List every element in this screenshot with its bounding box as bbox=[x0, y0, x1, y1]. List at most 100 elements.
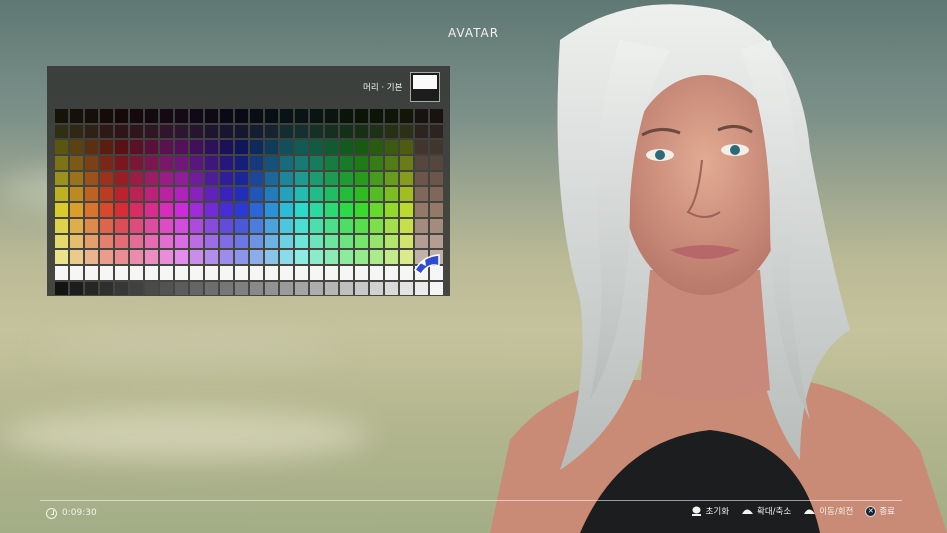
color-swatch[interactable] bbox=[160, 140, 173, 155]
color-swatch[interactable] bbox=[85, 265, 98, 280]
color-swatch[interactable] bbox=[325, 140, 338, 155]
color-swatch[interactable] bbox=[130, 203, 143, 217]
color-swatch[interactable] bbox=[160, 281, 173, 296]
color-swatch[interactable] bbox=[85, 109, 98, 123]
color-swatch[interactable] bbox=[385, 234, 398, 249]
color-swatch[interactable] bbox=[220, 109, 233, 123]
color-swatch[interactable] bbox=[400, 281, 413, 296]
color-swatch[interactable] bbox=[415, 124, 428, 139]
color-swatch[interactable] bbox=[325, 156, 338, 170]
color-swatch[interactable] bbox=[175, 156, 188, 170]
color-swatch[interactable] bbox=[415, 203, 428, 217]
color-swatch[interactable] bbox=[220, 124, 233, 139]
color-swatch[interactable] bbox=[190, 281, 203, 296]
color-swatch[interactable] bbox=[205, 171, 218, 186]
color-swatch[interactable] bbox=[400, 140, 413, 155]
color-swatch[interactable] bbox=[430, 281, 443, 296]
color-swatch[interactable] bbox=[280, 203, 293, 217]
color-swatch[interactable] bbox=[355, 124, 368, 139]
color-swatch[interactable] bbox=[310, 124, 323, 139]
color-swatch[interactable] bbox=[235, 218, 248, 233]
color-swatch[interactable] bbox=[175, 140, 188, 155]
color-swatch[interactable] bbox=[205, 203, 218, 217]
color-swatch[interactable] bbox=[190, 218, 203, 233]
color-swatch[interactable] bbox=[355, 109, 368, 123]
color-swatch[interactable] bbox=[430, 156, 443, 170]
color-swatch[interactable] bbox=[265, 156, 278, 170]
color-swatch[interactable] bbox=[100, 265, 113, 280]
color-swatch[interactable] bbox=[205, 187, 218, 202]
color-swatch[interactable] bbox=[310, 218, 323, 233]
color-swatch[interactable] bbox=[145, 124, 158, 139]
color-swatch[interactable] bbox=[100, 140, 113, 155]
color-swatch[interactable] bbox=[145, 171, 158, 186]
color-swatch[interactable] bbox=[250, 265, 263, 280]
color-swatch[interactable] bbox=[280, 187, 293, 202]
color-swatch[interactable] bbox=[430, 109, 443, 123]
color-swatch[interactable] bbox=[235, 156, 248, 170]
color-swatch[interactable] bbox=[220, 203, 233, 217]
color-swatch[interactable] bbox=[70, 234, 83, 249]
color-swatch[interactable] bbox=[310, 109, 323, 123]
color-swatch[interactable] bbox=[160, 234, 173, 249]
color-swatch[interactable] bbox=[130, 265, 143, 280]
color-swatch[interactable] bbox=[175, 218, 188, 233]
color-swatch[interactable] bbox=[355, 265, 368, 280]
color-swatch[interactable] bbox=[55, 124, 68, 139]
color-swatch[interactable] bbox=[100, 203, 113, 217]
color-swatch[interactable] bbox=[370, 140, 383, 155]
color-swatch[interactable] bbox=[310, 265, 323, 280]
color-swatch[interactable] bbox=[250, 281, 263, 296]
color-swatch[interactable] bbox=[55, 281, 68, 296]
color-swatch[interactable] bbox=[325, 281, 338, 296]
color-swatch[interactable] bbox=[250, 124, 263, 139]
color-swatch[interactable] bbox=[280, 281, 293, 296]
color-swatch[interactable] bbox=[85, 156, 98, 170]
color-swatch[interactable] bbox=[55, 109, 68, 123]
color-swatch[interactable] bbox=[130, 124, 143, 139]
color-swatch[interactable] bbox=[400, 234, 413, 249]
color-swatch[interactable] bbox=[295, 109, 308, 123]
color-swatch[interactable] bbox=[340, 171, 353, 186]
color-swatch[interactable] bbox=[340, 265, 353, 280]
color-swatch[interactable] bbox=[385, 218, 398, 233]
color-swatch[interactable] bbox=[190, 124, 203, 139]
color-swatch[interactable] bbox=[115, 156, 128, 170]
color-swatch[interactable] bbox=[340, 203, 353, 217]
color-swatch[interactable] bbox=[100, 187, 113, 202]
color-swatch[interactable] bbox=[430, 203, 443, 217]
color-swatch[interactable] bbox=[265, 281, 278, 296]
color-swatch[interactable] bbox=[70, 281, 83, 296]
color-swatch[interactable] bbox=[190, 109, 203, 123]
color-swatch[interactable] bbox=[205, 281, 218, 296]
color-swatch[interactable] bbox=[220, 156, 233, 170]
color-swatch[interactable] bbox=[160, 187, 173, 202]
color-swatch[interactable] bbox=[340, 124, 353, 139]
color-swatch[interactable] bbox=[235, 140, 248, 155]
color-swatch[interactable] bbox=[205, 156, 218, 170]
color-swatch[interactable] bbox=[235, 265, 248, 280]
color-swatch[interactable] bbox=[115, 187, 128, 202]
color-swatch[interactable] bbox=[355, 171, 368, 186]
color-swatch[interactable] bbox=[115, 281, 128, 296]
color-swatch[interactable] bbox=[235, 234, 248, 249]
color-swatch[interactable] bbox=[340, 140, 353, 155]
color-swatch[interactable] bbox=[70, 171, 83, 186]
color-swatch[interactable] bbox=[265, 265, 278, 280]
color-swatch[interactable] bbox=[55, 171, 68, 186]
color-swatch[interactable] bbox=[70, 109, 83, 123]
color-swatch[interactable] bbox=[340, 218, 353, 233]
color-swatch[interactable] bbox=[220, 250, 233, 264]
color-swatch[interactable] bbox=[370, 265, 383, 280]
color-swatch[interactable] bbox=[130, 156, 143, 170]
color-swatch[interactable] bbox=[175, 203, 188, 217]
color-swatch[interactable] bbox=[115, 171, 128, 186]
color-swatch[interactable] bbox=[295, 187, 308, 202]
color-swatch[interactable] bbox=[190, 140, 203, 155]
color-swatch[interactable] bbox=[235, 281, 248, 296]
color-swatch[interactable] bbox=[385, 156, 398, 170]
color-swatch[interactable] bbox=[250, 140, 263, 155]
color-swatch[interactable] bbox=[355, 140, 368, 155]
color-swatch[interactable] bbox=[190, 156, 203, 170]
color-swatch[interactable] bbox=[265, 109, 278, 123]
